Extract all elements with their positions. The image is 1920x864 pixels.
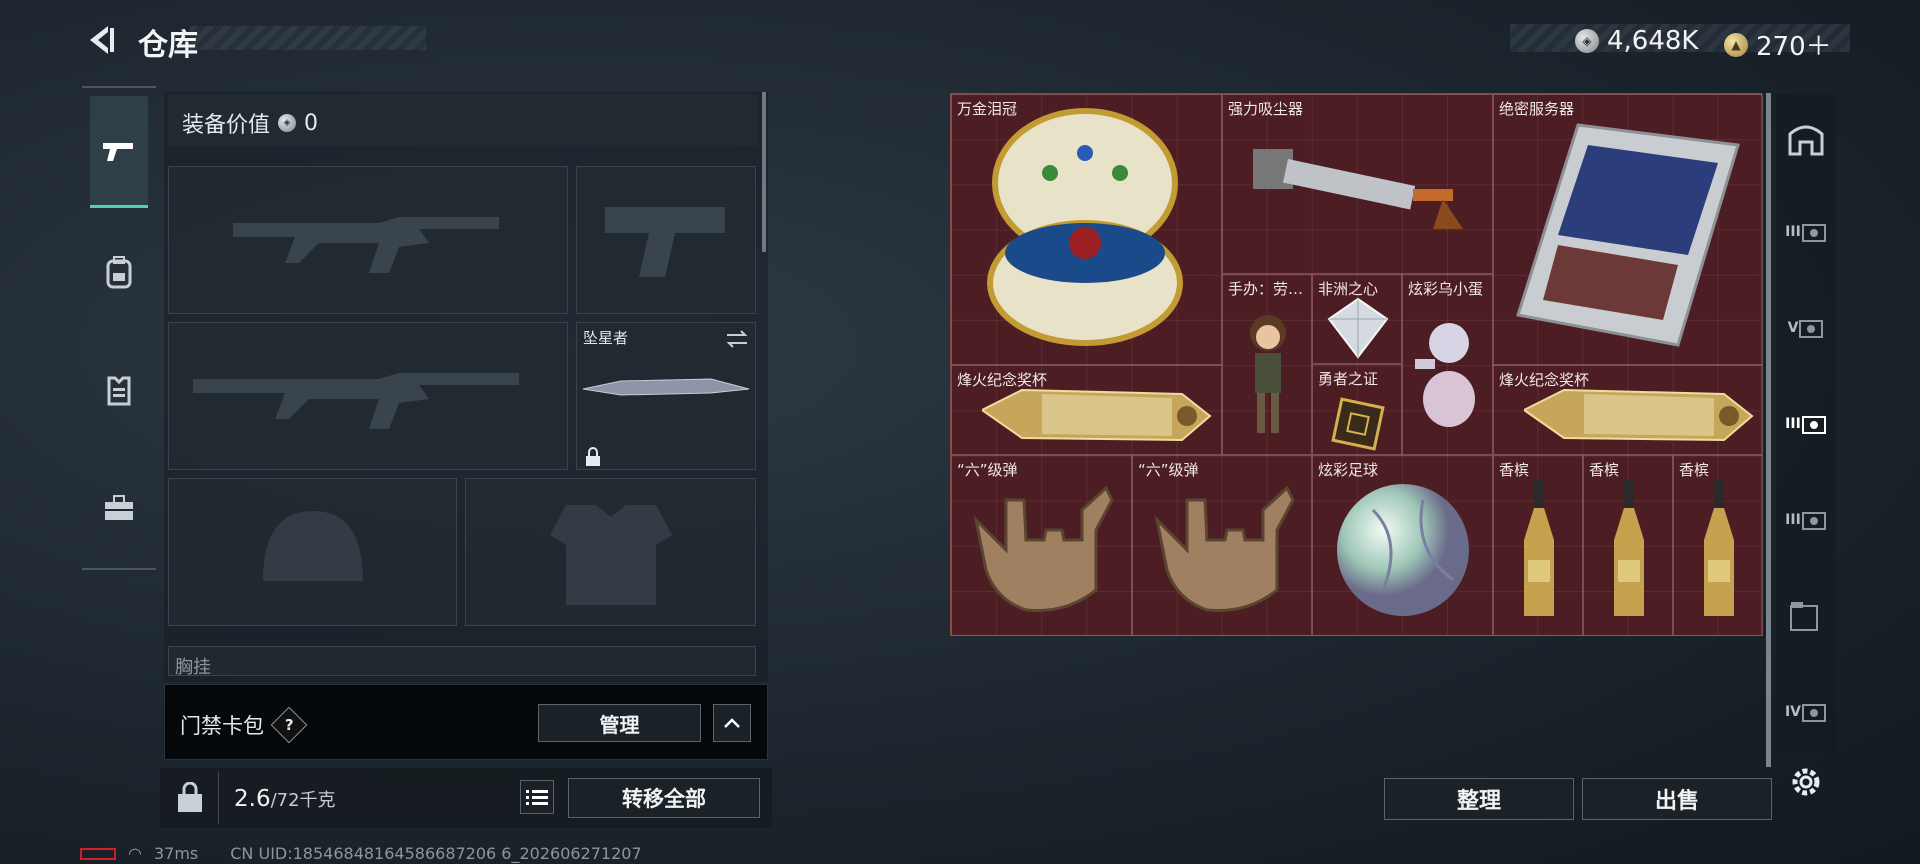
grid-item[interactable]: “六”级弹 bbox=[951, 455, 1132, 636]
grid-item[interactable]: “六”级弹 bbox=[1132, 455, 1312, 636]
egg-creature-icon bbox=[1415, 323, 1475, 427]
melee-slot[interactable]: 坠星者 bbox=[576, 322, 756, 470]
grid-item[interactable]: 香槟 bbox=[1673, 455, 1763, 636]
tab-storage[interactable] bbox=[1782, 592, 1830, 640]
safe-box-icon bbox=[1788, 125, 1824, 156]
stash-icon bbox=[1801, 512, 1826, 530]
silver-coin-icon: ◈ bbox=[278, 114, 297, 132]
helmet-slot[interactable] bbox=[168, 478, 457, 626]
stash-scrollbar[interactable] bbox=[1766, 93, 1771, 767]
pistol-slot[interactable] bbox=[576, 166, 756, 314]
grid-item[interactable]: 香槟 bbox=[1493, 455, 1583, 636]
ammo-hand-icon bbox=[1154, 485, 1295, 613]
grid-item[interactable]: 炫彩足球 bbox=[1312, 455, 1493, 636]
manage-button[interactable]: 管理 bbox=[538, 704, 701, 742]
sell-button[interactable]: 出售 bbox=[1582, 778, 1772, 820]
chevron-up-icon bbox=[724, 718, 740, 728]
tab-toolbox[interactable] bbox=[90, 452, 148, 564]
toolbox-icon bbox=[105, 495, 133, 520]
help-icon[interactable]: ? bbox=[270, 706, 308, 744]
tab-armor[interactable] bbox=[90, 334, 148, 446]
rifle-silhouette-icon bbox=[193, 373, 519, 429]
vacuum-icon bbox=[1253, 149, 1463, 229]
stash-icon bbox=[1799, 320, 1824, 338]
list-icon bbox=[526, 790, 548, 805]
stash-icon bbox=[1801, 416, 1826, 434]
figurine-icon bbox=[1250, 315, 1286, 433]
loadout-tabs bbox=[82, 86, 156, 570]
tab-backpack[interactable] bbox=[90, 216, 148, 328]
storage-icon bbox=[1790, 602, 1818, 631]
stash-tabs: III V III III IV bbox=[1776, 94, 1836, 754]
diamond-icon bbox=[1327, 297, 1389, 359]
list-view-button[interactable] bbox=[520, 780, 554, 814]
vest-icon bbox=[107, 376, 131, 406]
secondary-weapon-slot[interactable] bbox=[168, 322, 568, 470]
grid-item[interactable]: 烽火纪念奖杯 bbox=[1493, 365, 1763, 455]
ammo-hand-icon bbox=[973, 485, 1114, 613]
equip-value: 装备价值 ◈ 0 bbox=[182, 110, 319, 139]
grid-item[interactable]: 炫彩乌小蛋 bbox=[1402, 274, 1493, 455]
bag-weight-icon bbox=[178, 782, 202, 812]
swap-icon[interactable] bbox=[725, 329, 749, 349]
back-arrow-icon[interactable] bbox=[80, 20, 120, 60]
champagne-icon bbox=[1614, 480, 1644, 616]
crown-egg-icon bbox=[987, 108, 1183, 346]
backpack-icon bbox=[106, 256, 132, 289]
grid-item[interactable]: 烽火纪念奖杯 bbox=[951, 365, 1222, 455]
stash-icon bbox=[1802, 704, 1827, 722]
grid-item[interactable]: 万金泪冠 bbox=[951, 94, 1222, 365]
wifi-icon: ◠ bbox=[128, 844, 142, 863]
tab-stash-III[interactable]: III bbox=[1782, 208, 1830, 256]
champagne-icon bbox=[1704, 480, 1734, 616]
page-title: 仓库 bbox=[138, 28, 198, 63]
weight-readout: 2.6/72千克 bbox=[234, 786, 336, 812]
armor-slot[interactable] bbox=[465, 478, 756, 626]
champagne-icon bbox=[1524, 480, 1554, 616]
server-icon bbox=[1516, 123, 1740, 347]
badge-icon bbox=[1331, 397, 1385, 451]
collapse-button[interactable] bbox=[713, 704, 751, 742]
grid-item[interactable]: 绝密服务器 bbox=[1493, 94, 1763, 365]
chest-rig-slot[interactable]: 胸挂 bbox=[168, 646, 756, 676]
header-stripe bbox=[190, 26, 426, 50]
loadout-scrollbar[interactable] bbox=[762, 92, 766, 252]
keycard-wallet: 门禁卡包 ? bbox=[180, 706, 308, 744]
trophy-icon bbox=[982, 388, 1212, 442]
tab-safe-box[interactable] bbox=[1782, 114, 1830, 162]
silver-coin-icon: ◈ bbox=[1575, 29, 1599, 53]
grid-item[interactable]: 非洲之心 bbox=[1312, 274, 1402, 364]
gold-coin-icon: ▲ bbox=[1724, 32, 1748, 57]
tab-stash-III-b[interactable]: III bbox=[1782, 496, 1830, 544]
stash-grid[interactable]: 万金泪冠 强力吸尘器 绝密服务器 手办：劳… 非洲之心 炫彩乌小蛋 烽火纪念奖杯… bbox=[950, 93, 1763, 636]
transfer-all-button[interactable]: 转移全部 bbox=[568, 778, 760, 818]
battery-icon bbox=[80, 847, 116, 860]
armor-silhouette-icon bbox=[550, 505, 672, 605]
settings-gear-icon[interactable] bbox=[1788, 764, 1824, 800]
tab-weapons[interactable] bbox=[90, 96, 148, 208]
primary-weapon-slot[interactable] bbox=[168, 166, 568, 314]
status-bar: ◠ 37ms CN UID:18546848164586687206 6_202… bbox=[80, 844, 642, 863]
knife-icon bbox=[582, 378, 750, 396]
football-icon bbox=[1337, 484, 1469, 616]
trophy-icon bbox=[1524, 388, 1754, 442]
tab-stash-III-active[interactable]: III bbox=[1782, 400, 1830, 448]
grid-item[interactable]: 勇者之证 bbox=[1312, 364, 1402, 455]
pistol-silhouette-icon bbox=[605, 207, 725, 277]
divider bbox=[218, 772, 219, 824]
rifle-silhouette-icon bbox=[233, 217, 499, 273]
grid-item[interactable]: 手办：劳… bbox=[1222, 274, 1312, 455]
grid-item[interactable]: 强力吸尘器 bbox=[1222, 94, 1493, 274]
currency-gold[interactable]: ▲ 270＋ bbox=[1724, 26, 1832, 63]
pistol-icon bbox=[103, 142, 133, 161]
tidy-button[interactable]: 整理 bbox=[1384, 778, 1574, 820]
tab-stash-V[interactable]: V bbox=[1782, 304, 1830, 352]
stash-icon bbox=[1801, 224, 1826, 242]
currency-silver[interactable]: ◈ 4,648K bbox=[1575, 26, 1698, 56]
grid-item[interactable]: 香槟 bbox=[1583, 455, 1673, 636]
lock-icon bbox=[586, 447, 600, 466]
helmet-silhouette-icon bbox=[263, 511, 363, 581]
tab-stash-IV[interactable]: IV bbox=[1782, 688, 1830, 736]
